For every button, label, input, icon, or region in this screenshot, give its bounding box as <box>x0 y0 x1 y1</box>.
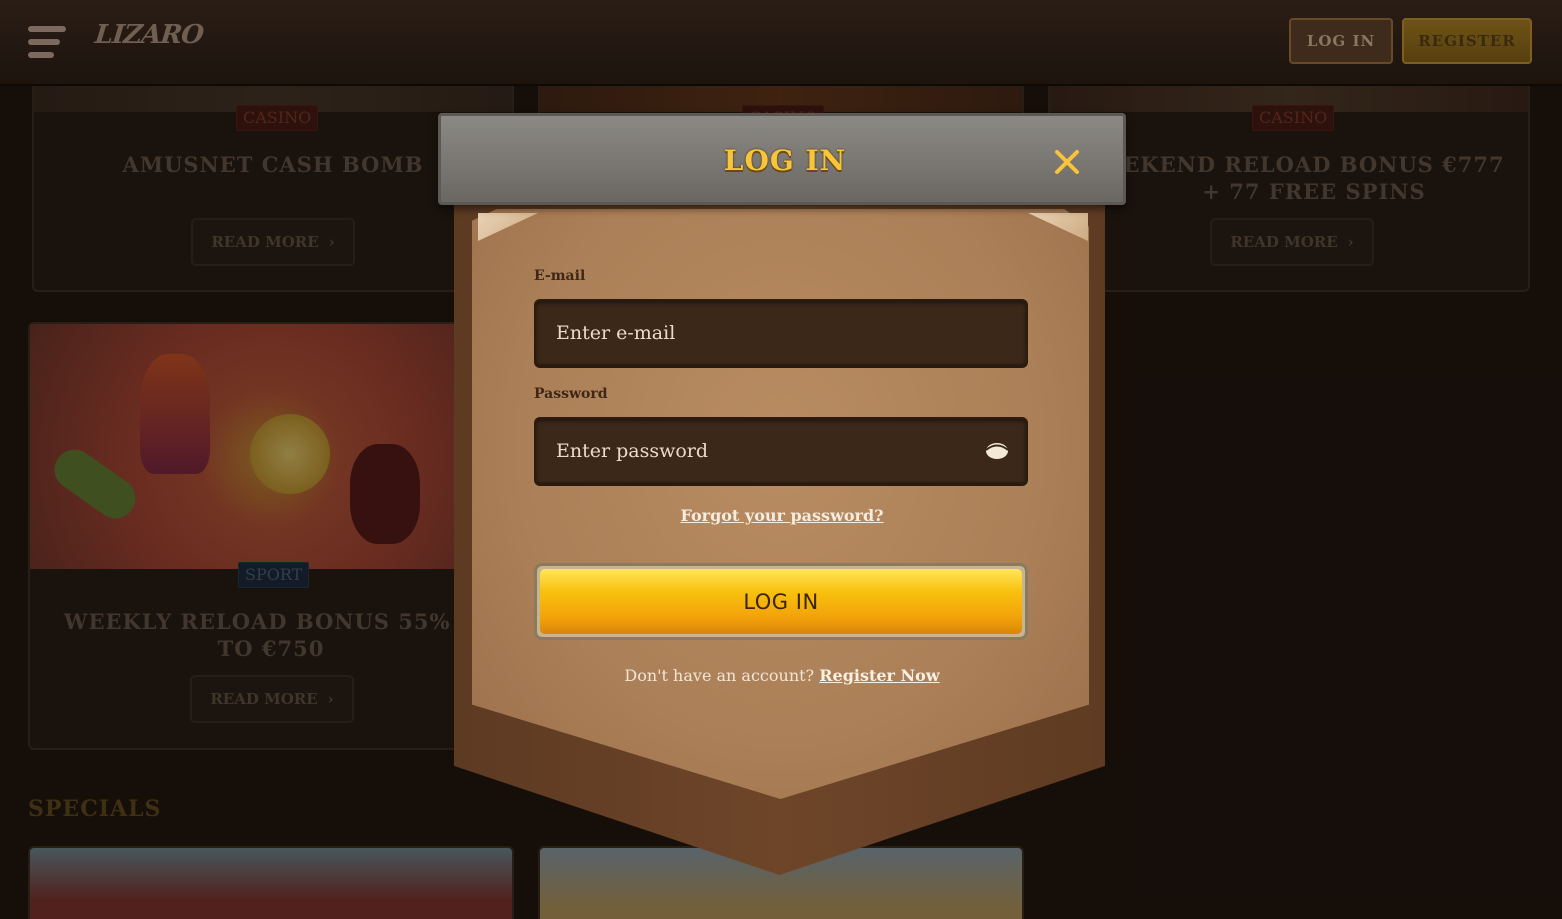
read-more-button[interactable]: READ MORE › <box>1210 218 1374 266</box>
chevron-right-icon: › <box>328 233 335 251</box>
promo-title: AMUSNET CASH BOMB <box>122 152 424 177</box>
forgot-password-link[interactable]: Forgot your password? <box>438 506 1126 525</box>
modal-parchment <box>472 209 1089 799</box>
register-now-link[interactable]: Register Now <box>819 666 939 685</box>
menu-icon[interactable] <box>28 26 66 58</box>
header-login-button[interactable]: LOG IN <box>1289 18 1393 64</box>
modal-header: LOG IN <box>438 113 1126 205</box>
modal-title: LOG IN <box>723 144 847 177</box>
password-field-box <box>534 417 1028 484</box>
category-badge: CASINO <box>1252 105 1335 131</box>
special-card[interactable] <box>28 846 514 919</box>
email-field-box <box>534 299 1028 366</box>
chevron-right-icon: › <box>327 690 334 708</box>
email-field[interactable] <box>556 301 976 364</box>
register-prompt: Don't have an account? Register Now <box>438 666 1126 685</box>
read-more-button[interactable]: READ MORE › <box>190 675 354 723</box>
promo-title: EKEND RELOAD BONUS €777 + 77 FREE SPINS <box>1123 152 1505 204</box>
password-label: Password <box>534 386 608 402</box>
email-label: E-mail <box>534 268 586 284</box>
password-field[interactable] <box>556 419 976 482</box>
login-modal: LOG IN E-mail Password Forgot your passw… <box>438 113 1126 875</box>
read-more-label: READ MORE <box>211 233 319 251</box>
coin-image <box>250 414 330 494</box>
cactus-image <box>46 441 144 527</box>
header-register-button[interactable]: REGISTER <box>1402 18 1532 64</box>
top-header: LIZARO LOG IN REGISTER <box>0 0 1562 86</box>
promo-title: WEEKLY RELOAD BONUS 55% U TO €750 <box>63 609 479 661</box>
chevron-right-icon: › <box>1347 233 1354 251</box>
category-badge: CASINO <box>236 105 319 131</box>
site-logo[interactable]: LIZARO <box>93 20 204 50</box>
close-icon[interactable] <box>1051 146 1083 178</box>
no-account-text: Don't have an account? <box>624 666 815 685</box>
read-more-button[interactable]: READ MORE › <box>191 218 355 266</box>
eye-icon[interactable] <box>983 439 1011 463</box>
login-submit-label: LOG IN <box>540 569 1022 634</box>
special-image <box>30 848 512 919</box>
section-title-specials: SPECIALS <box>28 796 162 822</box>
read-more-label: READ MORE <box>210 690 318 708</box>
login-submit-button[interactable]: LOG IN <box>534 563 1028 640</box>
category-badge: SPORT <box>238 562 310 588</box>
bandit-image <box>350 444 420 544</box>
character-image <box>140 354 210 474</box>
read-more-label: READ MORE <box>1230 233 1338 251</box>
